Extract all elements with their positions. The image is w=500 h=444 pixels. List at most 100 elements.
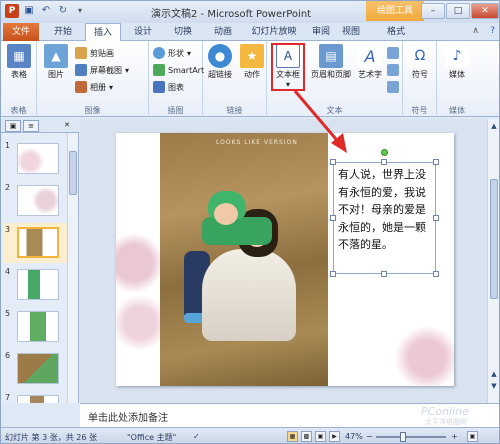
thumbnail-slide-2[interactable]: 2 [3,181,67,221]
thumbnail-slide-1[interactable]: 1 [3,139,67,179]
window-title: 演示文稿2 - Microsoft PowerPoint [151,9,312,20]
slide-preview [17,227,59,258]
theme-status[interactable]: "Office 主题" [127,432,176,443]
notes-placeholder[interactable]: 单击此处添加备注 [88,409,168,424]
resize-handle-e[interactable] [433,215,439,221]
clipart-button[interactable]: 剪贴画 [75,45,114,61]
shapes-button[interactable]: 形状 ▾ [153,45,191,61]
close-pane-icon[interactable]: ✕ [59,120,75,132]
zoom-slider-knob[interactable] [400,432,406,442]
thumbnail-slide-6[interactable]: 6 [3,349,67,389]
tab-file[interactable]: 文件 [3,23,39,41]
tab-view[interactable]: 视图 [337,23,365,41]
customize-qat-icon[interactable]: ▾ [73,4,87,18]
media-button[interactable]: ♪ 媒体 [442,44,472,96]
resize-handle-ne[interactable] [433,159,439,165]
rotate-handle[interactable] [381,149,388,156]
save-icon[interactable]: ▣ [22,4,36,18]
tab-home[interactable]: 开始 [45,23,81,41]
resize-handle-nw[interactable] [330,159,336,165]
table-button[interactable]: ▦ 表格 [4,44,34,96]
smartart-button[interactable]: SmartArt [153,62,204,78]
picture-button[interactable]: ▲ 图片 [41,44,71,96]
tab-review[interactable]: 审阅 [307,23,335,41]
slide-preview [17,269,59,300]
smartart-label: SmartArt [168,65,205,75]
previous-slide-icon[interactable]: ▲ [489,369,499,379]
group-tables: ▦ 表格 表格 [1,41,37,117]
slide-preview [17,395,59,403]
textbox-content[interactable]: 有人说，世界上没有永恒的爱，我说不对！母亲的爱是永恒的，她是一颗不落的星。 [338,166,431,254]
wordart-label: 艺术字 [358,70,382,79]
tab-format[interactable]: 格式 [371,23,421,41]
selected-textbox[interactable]: 有人说，世界上没有永恒的爱，我说不对！母亲的爱是永恒的，她是一颗不落的星。 [333,162,436,274]
slide-vertical-scrollbar[interactable]: ▲ ▲ ▼ [487,119,499,403]
zoom-out-icon[interactable]: − [366,432,373,441]
mother-child-photo[interactable]: LOOKS LIKE VERSION [160,133,328,386]
resize-handle-s[interactable] [381,271,387,277]
tab-transitions[interactable]: 切换 [165,23,201,41]
zoom-slider[interactable] [376,432,446,442]
album-icon [75,81,87,93]
chart-icon [153,81,165,93]
title-bar: P ▣ ↶ ↻ ▾ 演示文稿2 - Microsoft PowerPoint 绘… [1,1,499,23]
picture-icon: ▲ [44,44,68,68]
zoom-in-icon[interactable]: + [451,432,458,441]
omega-icon: Ω [408,44,432,68]
minimize-button[interactable]: – [421,3,445,19]
current-slide[interactable]: LOOKS LIKE VERSION 有人说，世界上没有永恒的爱，我说不对！母亲… [116,133,454,386]
slide-scroll-thumb[interactable] [490,179,498,299]
zoom-level[interactable]: 47% [345,432,363,441]
fit-to-window-icon[interactable]: ▣ [467,431,478,442]
slide-number: 4 [5,267,11,276]
object-button[interactable] [387,79,399,95]
powerpoint-app-icon[interactable]: P [5,4,19,18]
hyperlink-button[interactable]: ● 超链接 [205,44,235,96]
datetime-button[interactable] [387,45,399,61]
thumbnail-slide-5[interactable]: 5 [3,307,67,347]
thumbnail-slide-3[interactable]: 3 [3,223,67,263]
action-button[interactable]: ★ 动作 [237,44,267,96]
normal-view-icon[interactable]: ▦ [287,431,298,442]
redo-icon[interactable]: ↻ [56,4,70,18]
slide-number: 1 [5,141,11,150]
group-illustrations: 形状 ▾ SmartArt 图表 插图 [149,41,204,117]
resize-handle-sw[interactable] [330,271,336,277]
language-check-icon[interactable]: ✓ [193,432,200,441]
tab-slideshow[interactable]: 幻灯片放映 [245,23,303,41]
thumbnail-scroll-thumb[interactable] [69,151,77,195]
resize-handle-n[interactable] [381,159,387,165]
smartart-icon [153,64,165,76]
resize-handle-w[interactable] [330,215,336,221]
slide-sorter-icon[interactable]: ▩ [301,431,312,442]
tab-insert[interactable]: 插入 [85,23,121,42]
undo-icon[interactable]: ↶ [39,4,53,18]
slide-number-button[interactable] [387,62,399,78]
minimize-ribbon-icon[interactable]: ∧ [472,26,479,36]
group-media: ♪ 媒体 媒体 [437,41,477,117]
resize-handle-se[interactable] [433,271,439,277]
maximize-button[interactable]: □ [446,3,470,19]
thumbnail-scrollbar[interactable] [67,133,78,403]
outline-tab[interactable]: ≡ [23,120,39,132]
thumbnail-slide-7[interactable]: 7 [3,391,67,403]
screenshot-button[interactable]: 屏幕截图 ▾ [75,62,129,78]
reading-view-icon[interactable]: ▣ [315,431,326,442]
close-button[interactable]: ✕ [471,3,499,19]
symbol-button[interactable]: Ω 符号 [405,44,435,96]
scroll-up-icon[interactable]: ▲ [489,121,499,131]
group-tables-label: 表格 [10,106,27,115]
tab-animations[interactable]: 动画 [205,23,241,41]
next-slide-icon[interactable]: ▼ [489,381,499,391]
slides-tab[interactable]: ▣ [5,120,21,132]
shapes-label: 形状 [168,48,184,58]
chart-button[interactable]: 图表 [153,79,184,95]
wordart-button[interactable]: A 艺术字 [355,44,385,96]
tab-design[interactable]: 设计 [125,23,161,41]
window-controls: – □ ✕ [421,3,499,19]
help-icon[interactable]: ? [490,26,495,36]
album-button[interactable]: 相册 ▾ [75,79,113,95]
slideshow-view-icon[interactable]: ▶ [329,431,340,442]
thumbnail-slide-4[interactable]: 4 [3,265,67,305]
action-star-icon: ★ [240,44,264,68]
